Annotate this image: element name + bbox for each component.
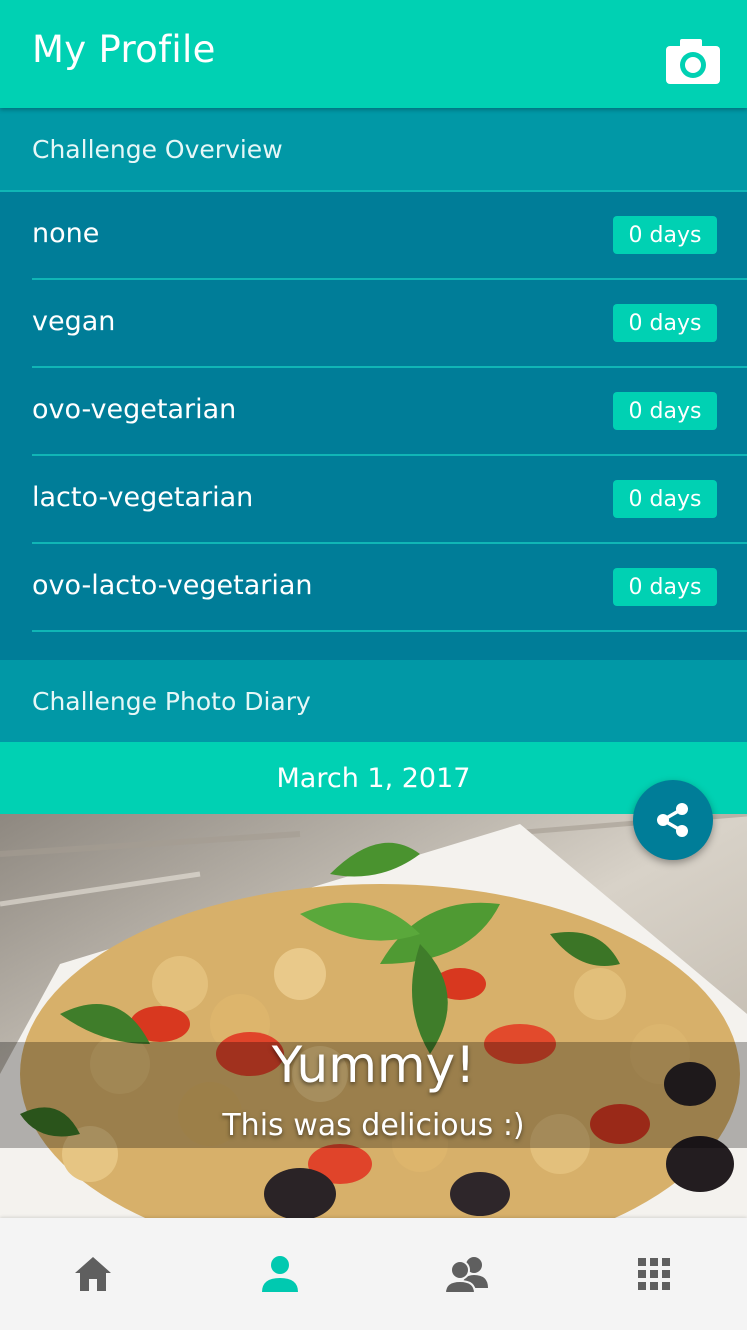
- bottom-navigation: [0, 1218, 747, 1330]
- grid-icon: [638, 1258, 670, 1290]
- nav-community[interactable]: [374, 1218, 560, 1330]
- days-badge: 0 days: [613, 216, 717, 254]
- list-item-label: none: [32, 218, 100, 249]
- list-item-label: ovo-lacto-vegetarian: [32, 570, 313, 601]
- nav-home[interactable]: [0, 1218, 186, 1330]
- camera-icon: [666, 39, 720, 84]
- list-item-none[interactable]: none 0 days: [32, 192, 747, 280]
- days-badge: 0 days: [613, 304, 717, 342]
- list-item-lacto-vegetarian[interactable]: lacto-vegetarian 0 days: [32, 456, 747, 544]
- share-button[interactable]: [633, 780, 713, 860]
- list-item-label: ovo-vegetarian: [32, 394, 237, 425]
- photo-diary-title: Challenge Photo Diary: [32, 686, 311, 716]
- days-badge: 0 days: [613, 480, 717, 518]
- entry-date-label: March 1, 2017: [276, 762, 471, 794]
- group-icon: [444, 1257, 488, 1294]
- camera-button[interactable]: [664, 38, 722, 86]
- nav-more[interactable]: [561, 1218, 747, 1330]
- app-bar: My Profile: [0, 0, 747, 108]
- list-item-vegan[interactable]: vegan 0 days: [32, 280, 747, 368]
- share-icon: [657, 803, 688, 837]
- list-item-label: vegan: [32, 306, 116, 337]
- diary-photo[interactable]: Yummy! This was delicious :): [0, 814, 747, 1218]
- person-icon: [262, 1256, 298, 1292]
- days-badge: 0 days: [613, 568, 717, 606]
- home-icon: [75, 1257, 111, 1291]
- nav-profile[interactable]: [187, 1218, 373, 1330]
- diary-entry-date: March 1, 2017: [0, 742, 747, 814]
- challenge-overview-list: none 0 days vegan 0 days ovo-vegetarian …: [0, 192, 747, 660]
- challenge-overview-title: Challenge Overview: [32, 134, 283, 164]
- photo-diary-header: Challenge Photo Diary: [0, 660, 747, 742]
- food-photo-image: [0, 814, 747, 1218]
- list-item-ovo-lacto-vegetarian[interactable]: ovo-lacto-vegetarian 0 days: [32, 544, 747, 632]
- list-item-label: lacto-vegetarian: [32, 482, 254, 513]
- entry-caption: This was delicious :): [222, 1108, 525, 1143]
- challenge-overview-header: Challenge Overview: [0, 108, 747, 190]
- entry-title: Yummy!: [271, 1036, 476, 1094]
- days-badge: 0 days: [613, 392, 717, 430]
- page-title: My Profile: [32, 28, 216, 71]
- list-item-ovo-vegetarian[interactable]: ovo-vegetarian 0 days: [32, 368, 747, 456]
